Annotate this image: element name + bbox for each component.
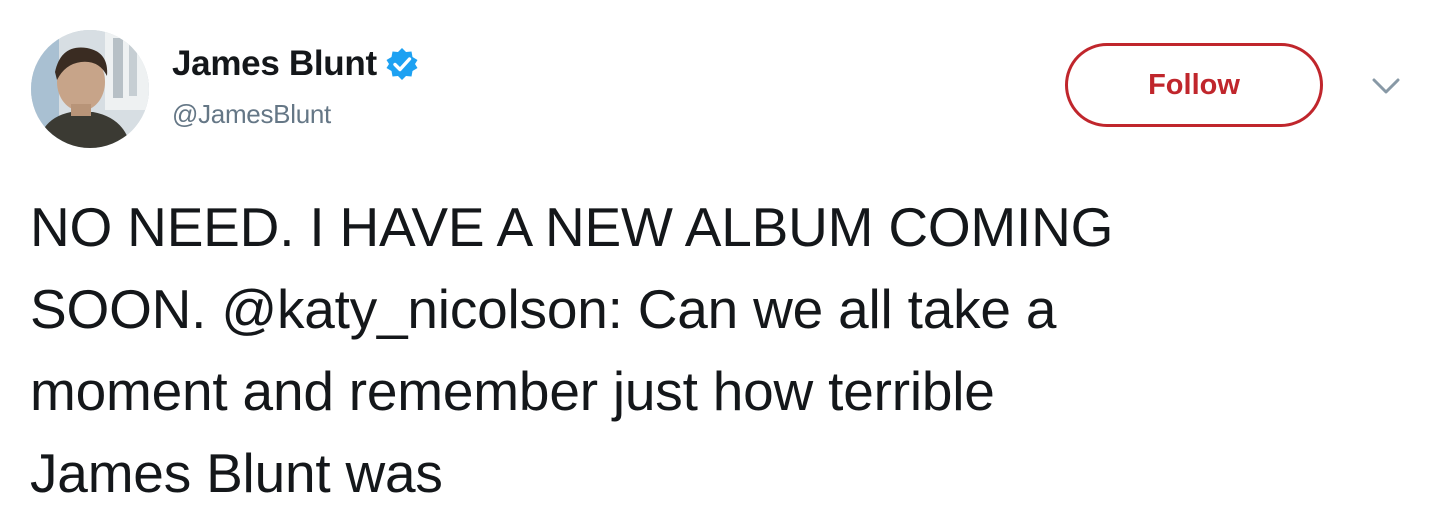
user-handle[interactable]: @JamesBlunt (172, 99, 331, 130)
tweet-text-line: James Blunt was (30, 442, 443, 504)
tweet-text-line: NO NEED. I HAVE A NEW ALBUM COMING (30, 196, 1114, 258)
avatar[interactable] (31, 30, 149, 148)
tweet-text: NO NEED. I HAVE A NEW ALBUM COMING SOON.… (30, 186, 1420, 514)
tweet-card: James Blunt @JamesBlunt Follow NO NEED. … (0, 0, 1438, 510)
display-name[interactable]: James Blunt (172, 44, 377, 84)
follow-button[interactable]: Follow (1065, 43, 1323, 127)
profile-avatar-icon (31, 30, 149, 148)
tweet-text-line: SOON. @katy_nicolson: Can we all take a (30, 278, 1057, 340)
chevron-down-icon[interactable] (1366, 72, 1406, 102)
verified-badge-icon (385, 47, 419, 81)
tweet-text-line: moment and remember just how terrible (30, 360, 995, 422)
author-name-row: James Blunt (172, 42, 419, 86)
